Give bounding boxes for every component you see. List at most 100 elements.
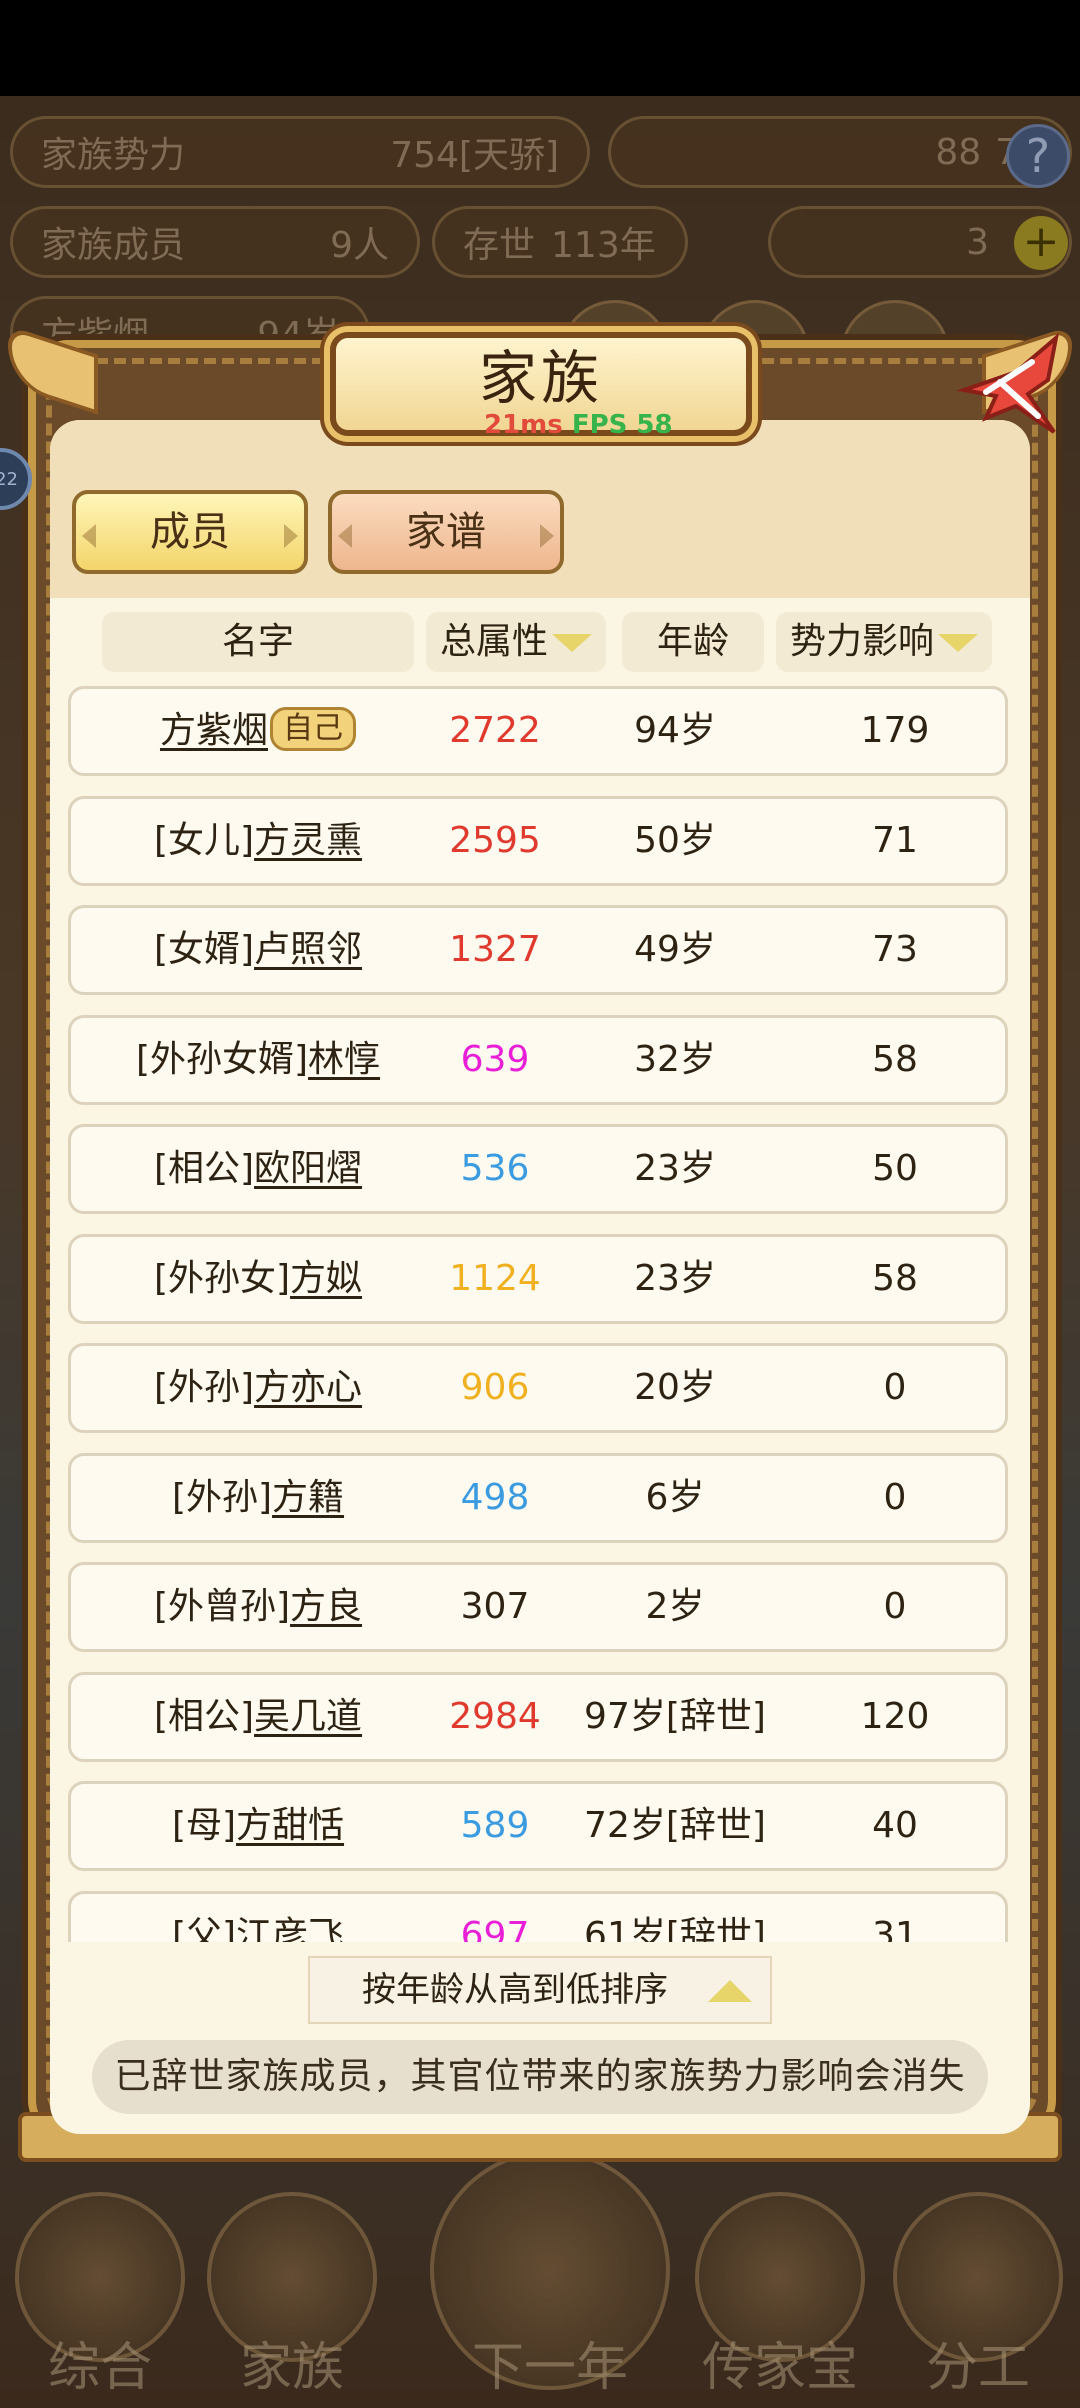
- member-age: 6岁: [645, 1476, 705, 1518]
- member-name[interactable]: 方甜恬: [236, 1805, 344, 1846]
- member-age: 23岁: [634, 1257, 716, 1299]
- member-name-cell: [外曾孙]方良: [71, 1565, 445, 1649]
- member-relation: [外孙]: [153, 1367, 255, 1408]
- bg-family-power-label: 家族势力: [41, 135, 186, 176]
- member-name[interactable]: 卢照邻: [254, 929, 362, 970]
- member-relation: [女儿]: [153, 819, 255, 861]
- member-name[interactable]: 方亦心: [254, 1367, 362, 1408]
- table-row[interactable]: [母]方甜恬 589 72岁[辞世] 40: [68, 1781, 1008, 1871]
- member-name[interactable]: 江彦飞: [236, 1915, 344, 1943]
- member-relation: [外孙女婿]: [135, 1038, 309, 1080]
- member-attr: 1124: [449, 1257, 541, 1299]
- member-attr: 906: [460, 1367, 530, 1408]
- member-influence: 31: [872, 1914, 918, 1943]
- member-relation: [相公]: [153, 1695, 255, 1737]
- tab-genealogy[interactable]: 家谱: [328, 490, 564, 574]
- member-name-cell: [相公]吴几道: [71, 1675, 445, 1759]
- nav-overview[interactable]: 综合: [0, 2180, 200, 2408]
- member-name[interactable]: 方姒: [290, 1258, 362, 1299]
- nav-division[interactable]: 分工: [878, 2180, 1078, 2408]
- fps-overlay: 21ms FPS 58: [484, 410, 673, 440]
- self-badge: 自己: [270, 707, 356, 751]
- member-name-cell: [父]江彦飞: [71, 1894, 445, 1943]
- member-name[interactable]: 方紫烟: [160, 710, 268, 751]
- member-name-cell: [外孙]方籍: [71, 1456, 445, 1540]
- table-row[interactable]: 方紫烟 自己 2722 94岁 179: [68, 686, 1008, 776]
- member-attr: 498: [460, 1476, 530, 1518]
- bottom-nav: 综合 家族 下一年 传家宝 分工: [0, 2150, 1080, 2408]
- column-header-attr[interactable]: 总属性: [426, 612, 606, 672]
- member-influence: 58: [872, 1038, 918, 1080]
- member-attr: 589: [460, 1805, 530, 1846]
- nav-family[interactable]: 家族: [192, 2180, 392, 2408]
- table-row[interactable]: [女儿]方灵熏 2595 50岁 71: [68, 795, 1008, 886]
- bg-family-power-value: 754: [390, 135, 459, 176]
- member-age: 72岁[辞世]: [584, 1805, 766, 1846]
- deceased-notice: 已辞世家族成员，其官位带来的家族势力影响会消失: [92, 2040, 988, 2114]
- sort-button[interactable]: 按年龄从高到低排序: [308, 1956, 772, 2024]
- member-name[interactable]: 方灵熏: [254, 820, 362, 861]
- column-header-age-label: 年龄: [656, 621, 729, 662]
- table-row[interactable]: [女婿]卢照邻 1327 49岁 73: [68, 905, 1008, 995]
- fps-value: FPS 58: [571, 410, 673, 440]
- member-age: 97岁[辞世]: [584, 1695, 766, 1737]
- add-gold-icon[interactable]: +: [1014, 216, 1068, 270]
- member-influence: 179: [860, 710, 930, 751]
- member-attr: 2722: [449, 710, 541, 751]
- member-relation: [外曾孙]: [153, 1586, 291, 1627]
- member-influence: 73: [872, 929, 918, 970]
- member-relation: [外孙]: [171, 1476, 273, 1518]
- sort-button-label: 按年龄从高到低排序: [362, 1970, 668, 2010]
- member-age: 94岁: [634, 710, 716, 751]
- column-header-influence[interactable]: 势力影响: [776, 612, 992, 672]
- table-row[interactable]: [相公]欧阳熠 536 23岁 50: [68, 1124, 1008, 1214]
- tab-members[interactable]: 成员: [72, 490, 308, 574]
- member-attr: 2984: [449, 1695, 541, 1737]
- member-influence: 0: [883, 1586, 907, 1627]
- help-icon[interactable]: ?: [1006, 124, 1070, 188]
- member-relation: [母]: [171, 1805, 237, 1846]
- member-name[interactable]: 欧阳熠: [254, 1148, 362, 1189]
- member-influence: 40: [872, 1805, 918, 1846]
- bg-family-power: 家族势力 754[天骄]: [10, 116, 590, 188]
- member-attr: 307: [460, 1586, 530, 1627]
- member-name[interactable]: 吴几道: [254, 1696, 362, 1737]
- member-relation: [外孙女]: [153, 1257, 291, 1299]
- member-attr: 536: [460, 1148, 530, 1189]
- table-row[interactable]: [外孙女]方姒 1124 23岁 58: [68, 1233, 1008, 1324]
- nav-division-label: 分工: [925, 2338, 1030, 2398]
- member-influence: 0: [883, 1367, 907, 1408]
- member-age: 2岁: [645, 1586, 705, 1627]
- member-name-cell: [外孙]方亦心: [71, 1346, 445, 1430]
- member-name-cell: [外孙女]方姒: [71, 1237, 445, 1321]
- member-influence: 50: [872, 1148, 918, 1189]
- member-name-cell: 方紫烟 自己: [71, 689, 445, 773]
- member-name[interactable]: 方良: [290, 1586, 362, 1627]
- member-attr: 639: [460, 1038, 530, 1080]
- table-row[interactable]: [外孙]方亦心 906 20岁 0: [68, 1343, 1008, 1433]
- bg-alive-years: 存世 113年: [432, 206, 688, 278]
- table-row[interactable]: [外曾孙]方良 307 2岁 0: [68, 1562, 1008, 1652]
- member-relation: [父]: [171, 1914, 237, 1943]
- member-age: 23岁: [634, 1148, 716, 1189]
- bg-gold-value: 3: [966, 221, 989, 263]
- table-row[interactable]: [父]江彦飞 697 61岁[辞世] 31: [68, 1890, 1008, 1943]
- member-name-cell: [外孙女婿]林惇: [71, 1018, 445, 1102]
- member-name[interactable]: 林惇: [308, 1039, 380, 1080]
- sort-asc-icon: [708, 1980, 752, 2002]
- member-attr: 697: [460, 1914, 530, 1943]
- bg-currency-a: 88: [935, 131, 982, 173]
- nav-next-year[interactable]: 下一年: [420, 2150, 680, 2408]
- member-name[interactable]: 方籍: [272, 1477, 344, 1518]
- column-header-attr-label: 总属性: [439, 621, 548, 662]
- bg-currency: 88 72: [608, 116, 1072, 188]
- member-name-cell: [女婿]卢照邻: [71, 908, 445, 992]
- close-icon[interactable]: [956, 332, 1066, 442]
- status-bar: [0, 0, 1080, 96]
- table-row[interactable]: [外孙女婿]林惇 639 32岁 58: [68, 1014, 1008, 1105]
- table-row[interactable]: [相公]吴几道 2984 97岁[辞世] 120: [68, 1671, 1008, 1762]
- table-row[interactable]: [外孙]方籍 498 6岁 0: [68, 1452, 1008, 1543]
- nav-heirloom[interactable]: 传家宝: [680, 2180, 880, 2408]
- member-list[interactable]: 方紫烟 自己 2722 94岁 179 [女儿]方灵熏 2595 50岁 71 […: [68, 686, 1008, 1942]
- member-attr: 1327: [449, 929, 541, 970]
